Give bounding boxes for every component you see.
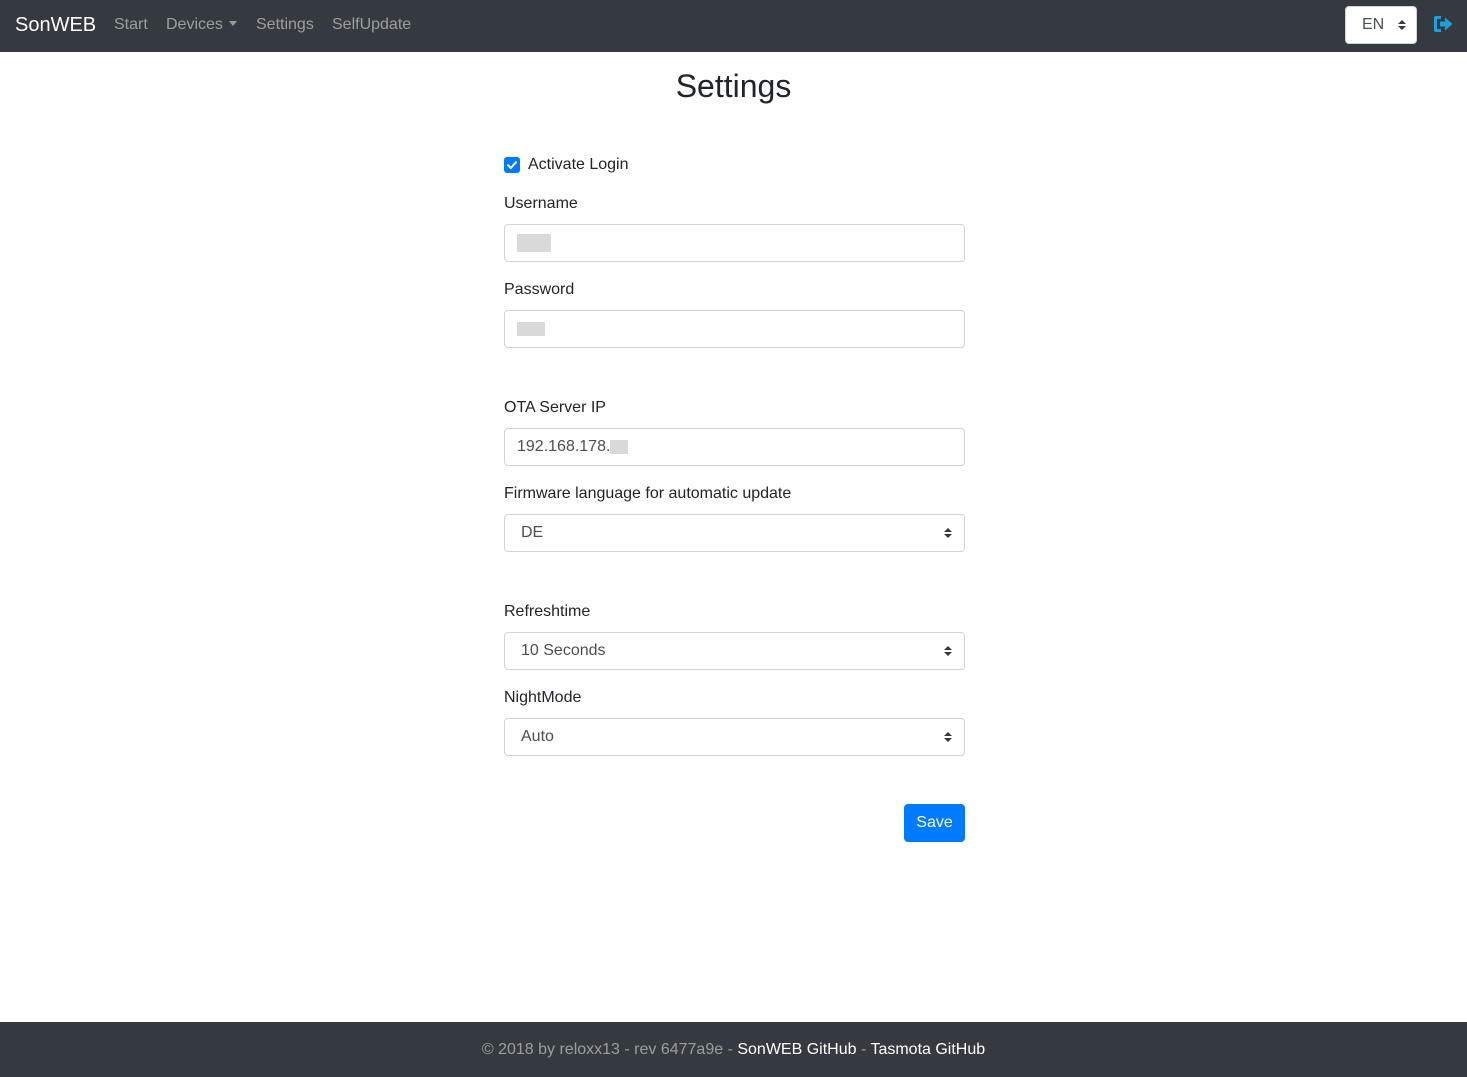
- tasmota-github-link[interactable]: Tasmota GitHub: [870, 1041, 985, 1058]
- footer-copyright: © 2018 by reloxx13 - rev 6477a9e -: [481, 1041, 738, 1058]
- footer: © 2018 by reloxx13 - rev 6477a9e - SonWE…: [0, 1022, 1467, 1077]
- refreshtime-select[interactable]: 10 Seconds: [504, 632, 965, 670]
- brand-link[interactable]: SonWEB: [15, 12, 96, 38]
- sign-out-icon[interactable]: [1432, 13, 1454, 35]
- select-arrows-icon: [944, 528, 952, 539]
- select-arrows-icon: [1398, 20, 1406, 31]
- ota-server-ip-label: OTA Server IP: [504, 399, 606, 416]
- nav-start[interactable]: Start: [114, 14, 148, 36]
- ota-server-ip-value: 192.168.178.: [517, 438, 611, 455]
- username-label: Username: [504, 195, 578, 212]
- firmware-language-select[interactable]: DE: [504, 514, 965, 552]
- language-select-value: EN: [1362, 16, 1385, 33]
- password-label: Password: [504, 281, 575, 298]
- password-input[interactable]: [504, 310, 965, 348]
- select-arrows-icon: [944, 732, 952, 743]
- nightmode-select[interactable]: Auto: [504, 718, 965, 756]
- caret-down-icon: [228, 21, 237, 26]
- checkmark-icon: [507, 161, 517, 169]
- redacted-value: [610, 439, 629, 454]
- username-input[interactable]: [504, 224, 965, 262]
- nav-devices-label: Devices: [166, 16, 223, 33]
- activate-login-checkbox[interactable]: [504, 157, 520, 173]
- refreshtime-label: Refreshtime: [504, 603, 591, 620]
- nav-devices-dropdown[interactable]: Devices: [166, 14, 237, 36]
- language-select[interactable]: EN: [1345, 6, 1417, 44]
- redacted-value: [517, 321, 545, 336]
- nightmode-label: NightMode: [504, 689, 582, 706]
- select-arrows-icon: [944, 646, 952, 657]
- page-title: Settings: [675, 68, 792, 104]
- redacted-value: [517, 233, 551, 252]
- footer-separator: -: [856, 1041, 871, 1058]
- nav-selfupdate[interactable]: SelfUpdate: [332, 14, 411, 36]
- nav-settings[interactable]: Settings: [256, 14, 314, 36]
- refreshtime-value: 10 Seconds: [521, 642, 606, 659]
- activate-login-label: Activate Login: [528, 156, 629, 173]
- sonweb-github-link[interactable]: SonWEB GitHub: [737, 1041, 856, 1058]
- firmware-language-value: DE: [521, 524, 544, 541]
- firmware-language-label: Firmware language for automatic update: [504, 485, 792, 502]
- ota-server-ip-input[interactable]: 192.168.178.: [504, 428, 965, 466]
- save-button[interactable]: Save: [904, 804, 965, 842]
- navbar: SonWEB Start Devices Settings SelfUpdate…: [0, 0, 1467, 52]
- nightmode-value: Auto: [521, 728, 554, 745]
